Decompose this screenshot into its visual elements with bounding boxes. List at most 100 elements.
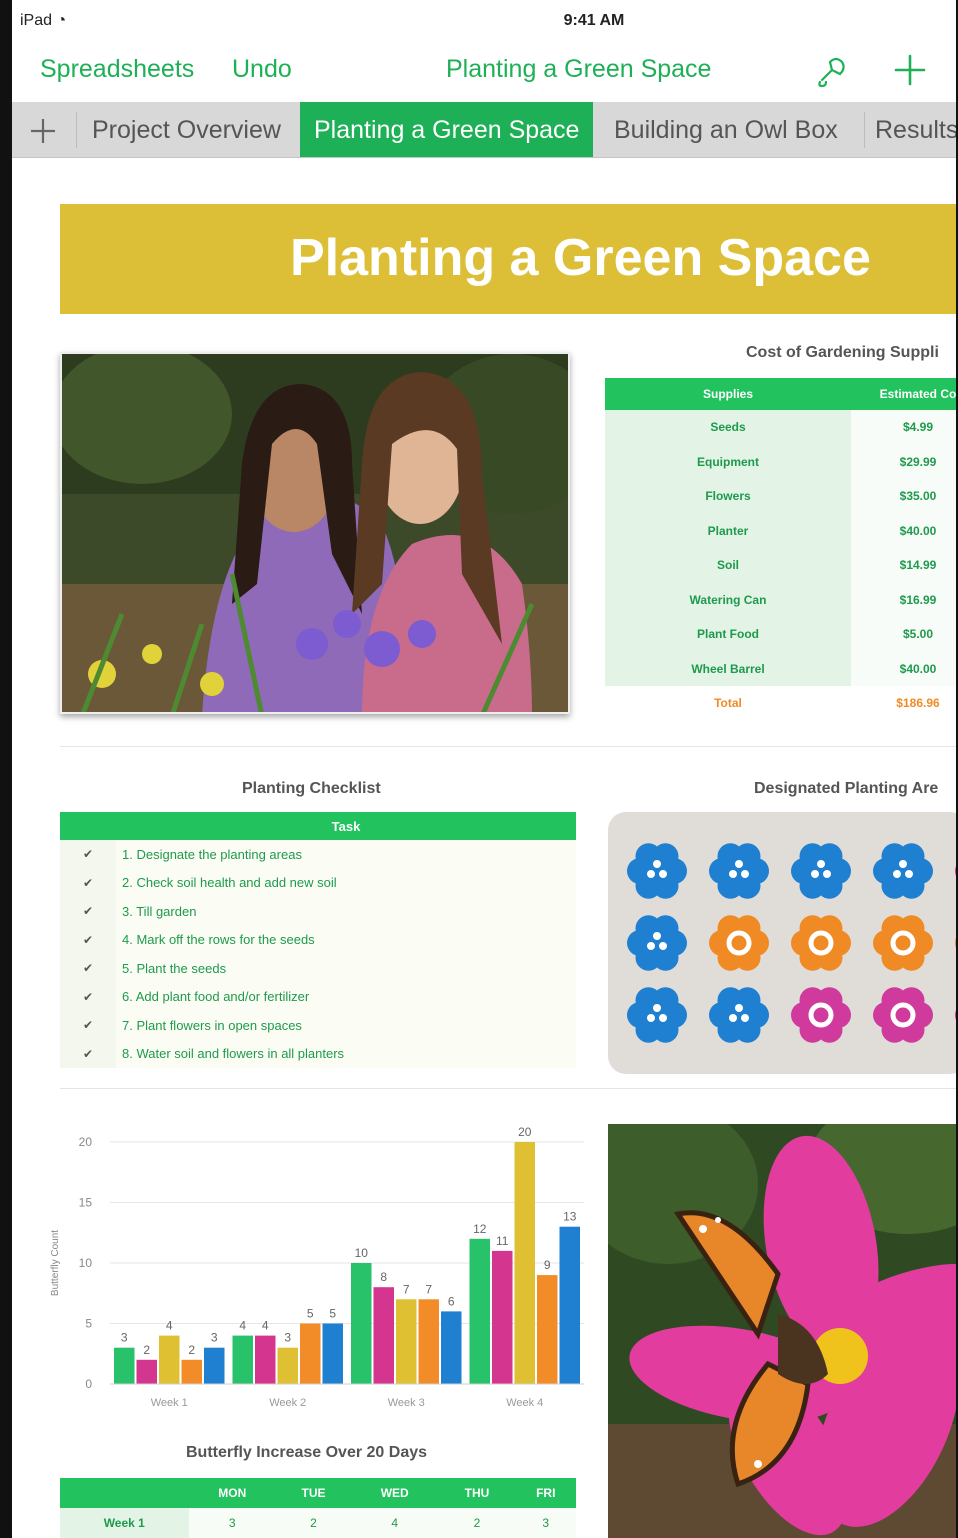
data-label: 5	[307, 1307, 314, 1321]
checkmark-icon[interactable]: ✔	[60, 954, 116, 983]
supply-name[interactable]: Wheel Barrel	[605, 651, 851, 686]
table-row[interactable]: ✔ 7. Plant flowers in open spaces	[60, 1011, 576, 1040]
data-label: 3	[284, 1331, 291, 1345]
column-header[interactable]	[60, 1478, 189, 1508]
butterfly-increase-table[interactable]: MON TUE WED THU FRI Week 132423	[60, 1478, 576, 1538]
bar	[181, 1359, 202, 1384]
butterfly-flower-photo[interactable]	[608, 1124, 956, 1538]
butterfly-bar-chart[interactable]: 0 5 10 15 20 Butterfly Count 3 2 4 2 3 Week 1 4 4 3 5 5 W…	[32, 1118, 592, 1418]
sheet-canvas[interactable]: Planting a Green Space Cost of Gardening…	[12, 158, 956, 1538]
table-row[interactable]: ✔ 3. Till garden	[60, 897, 576, 926]
total-row[interactable]: Total $186.96	[605, 686, 956, 721]
table-row[interactable]: ✔ 2. Check soil health and add new soil	[60, 868, 576, 897]
tab-results[interactable]: Results	[861, 102, 956, 157]
supply-cost[interactable]: $4.99	[851, 410, 956, 445]
checkmark-icon[interactable]: ✔	[60, 982, 116, 1011]
supply-cost[interactable]: $14.99	[851, 548, 956, 583]
planting-checklist-table[interactable]: Task ✔ 1. Designate the planting areas ✔ 2.…	[60, 812, 576, 1068]
table-row[interactable]: Watering Can $16.99	[605, 582, 956, 617]
supply-cost[interactable]: $35.00	[851, 479, 956, 514]
table-row[interactable]: Equipment $29.99	[605, 444, 956, 479]
supplies-table[interactable]: Supplies Estimated Co Seeds $4.99 Equipme…	[605, 378, 956, 721]
column-header[interactable]: FRI	[515, 1478, 576, 1508]
supply-cost[interactable]: $40.00	[851, 513, 956, 548]
total-value[interactable]: $186.96	[851, 686, 956, 721]
table-row[interactable]: Seeds $4.99	[605, 410, 956, 445]
supply-name[interactable]: Equipment	[605, 444, 851, 479]
task-cell[interactable]: 8. Water soil and flowers in all planter…	[116, 1039, 576, 1068]
column-header[interactable]: TUE	[276, 1478, 351, 1508]
table-row[interactable]: Soil $14.99	[605, 548, 956, 583]
table-row[interactable]: Flowers $35.00	[605, 479, 956, 514]
checkmark-icon[interactable]: ✔	[60, 868, 116, 897]
table-row[interactable]: ✔ 1. Designate the planting areas	[60, 840, 576, 869]
supply-cost[interactable]: $29.99	[851, 444, 956, 479]
table-row[interactable]: Plant Food $5.00	[605, 617, 956, 652]
bar	[373, 1287, 394, 1384]
table-row[interactable]: Planter $40.00	[605, 513, 956, 548]
orange-flower-icon	[791, 915, 851, 971]
value-cell[interactable]: 4	[350, 1508, 439, 1538]
table-row[interactable]: Week 132423	[60, 1508, 576, 1538]
checkmark-icon[interactable]: ✔	[60, 1011, 116, 1040]
tab-building-an-owl-box[interactable]: Building an Owl Box	[600, 102, 852, 157]
task-cell[interactable]: 1. Designate the planting areas	[116, 840, 576, 869]
supply-cost[interactable]: $5.00	[851, 617, 956, 652]
tab-planting-a-green-space[interactable]: Planting a Green Space	[300, 102, 594, 157]
checkmark-icon[interactable]: ✔	[60, 840, 116, 869]
supply-cost[interactable]: $16.99	[851, 582, 956, 617]
value-cell[interactable]: 3	[188, 1508, 276, 1538]
add-sheet-icon[interactable]	[28, 116, 58, 146]
checkmark-icon[interactable]: ✔	[60, 925, 116, 954]
x-tick-label: Week 1	[151, 1397, 188, 1409]
row-label[interactable]: Week 1	[60, 1508, 189, 1538]
supply-name[interactable]: Plant Food	[605, 617, 851, 652]
spreadsheets-back-button[interactable]: Spreadsheets	[40, 55, 194, 84]
task-cell[interactable]: 2. Check soil health and add new soil	[116, 868, 576, 897]
undo-button[interactable]: Undo	[232, 55, 292, 84]
table-row[interactable]: ✔ 8. Water soil and flowers in all plante…	[60, 1039, 576, 1068]
total-label[interactable]: Total	[605, 686, 851, 721]
value-cell[interactable]: 2	[276, 1508, 351, 1538]
table-row[interactable]: ✔ 4. Mark off the rows for the seeds	[60, 925, 576, 954]
data-label: 11	[496, 1234, 509, 1248]
column-header-task[interactable]: Task	[116, 812, 576, 840]
tab-project-overview[interactable]: Project Overview	[78, 102, 295, 157]
bar	[136, 1359, 157, 1384]
task-cell[interactable]: 6. Add plant food and/or fertilizer	[116, 982, 576, 1011]
supply-cost[interactable]: $40.00	[851, 651, 956, 686]
planting-area-grid[interactable]	[608, 812, 956, 1074]
bar	[255, 1335, 276, 1384]
supply-name[interactable]: Seeds	[605, 410, 851, 445]
column-header[interactable]: Supplies	[605, 378, 851, 410]
task-cell[interactable]: 7. Plant flowers in open spaces	[116, 1011, 576, 1040]
supply-name[interactable]: Soil	[605, 548, 851, 583]
format-brush-icon[interactable]	[810, 48, 854, 92]
table-row[interactable]: ✔ 6. Add plant food and/or fertilizer	[60, 982, 576, 1011]
bar	[514, 1142, 535, 1384]
table-row[interactable]: ✔ 5. Plant the seeds	[60, 954, 576, 983]
y-tick-label: 0	[85, 1377, 92, 1391]
table-row[interactable]: Wheel Barrel $40.00	[605, 651, 956, 686]
column-header[interactable]: THU	[438, 1478, 516, 1508]
column-header[interactable]: WED	[350, 1478, 439, 1508]
column-header[interactable]: MON	[188, 1478, 276, 1508]
supply-name[interactable]: Flowers	[605, 479, 851, 514]
add-icon[interactable]	[888, 48, 932, 92]
checkmark-icon[interactable]: ✔	[60, 897, 116, 926]
task-cell[interactable]: 5. Plant the seeds	[116, 954, 576, 983]
sheet-tab-bar: Project Overview Planting a Green Space …	[12, 102, 956, 158]
task-cell[interactable]: 3. Till garden	[116, 897, 576, 926]
checkmark-icon[interactable]: ✔	[60, 1039, 116, 1068]
task-cell[interactable]: 4. Mark off the rows for the seeds	[116, 925, 576, 954]
girls-garden-photo[interactable]	[60, 352, 570, 714]
supply-name[interactable]: Planter	[605, 513, 851, 548]
column-header[interactable]: Estimated Co	[851, 378, 956, 410]
supply-name[interactable]: Watering Can	[605, 582, 851, 617]
bar	[159, 1335, 180, 1384]
tab-divider	[76, 112, 77, 148]
value-cell[interactable]: 3	[515, 1508, 576, 1538]
value-cell[interactable]: 2	[438, 1508, 516, 1538]
data-label: 4	[166, 1319, 173, 1333]
y-tick-label: 20	[79, 1135, 93, 1149]
